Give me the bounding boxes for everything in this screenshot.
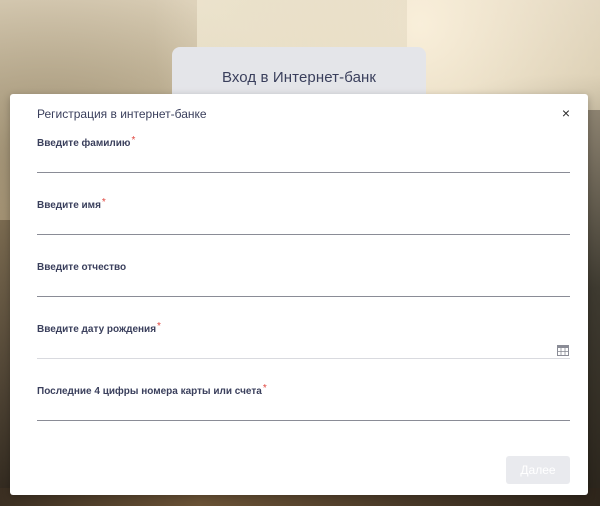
card-digits-label: Последние 4 цифры номера карты или счета…	[37, 383, 267, 397]
patronymic-field: Введите отчество	[37, 262, 570, 297]
birthdate-field: Введите дату рождения*	[37, 321, 570, 359]
registration-modal: Регистрация в интернет-банке × Введите ф…	[10, 94, 588, 495]
next-button[interactable]: Далее	[506, 456, 570, 484]
card-digits-field: Последние 4 цифры номера карты или счета…	[37, 383, 570, 421]
background-banner	[197, 0, 407, 48]
birthdate-label: Введите дату рождения*	[37, 321, 161, 335]
modal-title: Регистрация в интернет-банке	[37, 107, 207, 121]
close-icon[interactable]: ×	[558, 105, 574, 121]
calendar-icon[interactable]	[557, 345, 569, 356]
patronymic-label: Введите отчество	[37, 262, 127, 273]
patronymic-input[interactable]	[37, 275, 570, 297]
required-mark: *	[101, 197, 106, 208]
surname-field: Введите фамилию*	[37, 135, 570, 173]
name-label: Введите имя*	[37, 197, 106, 211]
surname-label: Введите фамилию*	[37, 135, 136, 149]
required-mark: *	[131, 135, 136, 146]
name-input[interactable]	[37, 213, 570, 235]
required-mark: *	[157, 321, 161, 332]
name-field: Введите имя*	[37, 197, 570, 235]
birthdate-input[interactable]	[37, 337, 570, 359]
card-digits-input[interactable]	[37, 399, 570, 421]
surname-input[interactable]	[37, 151, 570, 173]
required-mark: *	[262, 383, 267, 394]
